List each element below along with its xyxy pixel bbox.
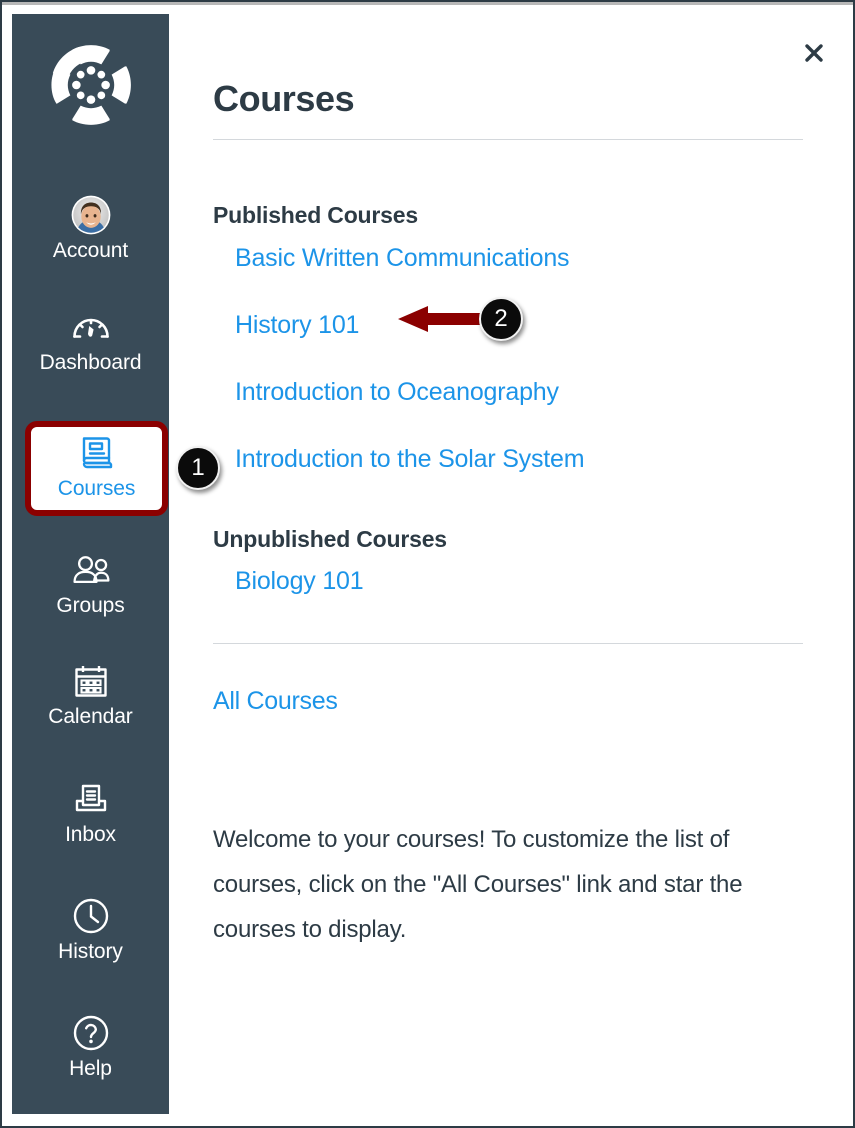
sidebar-item-label: History	[58, 940, 123, 963]
global-navigation-sidebar: Account Dashboard Courses Groups Calenda…	[12, 14, 169, 1114]
book-icon	[76, 433, 118, 473]
sidebar-item-label: Courses	[57, 477, 136, 500]
welcome-message: Welcome to your courses! To customize th…	[213, 826, 743, 943]
page-title: Courses	[213, 78, 355, 120]
footer-divider	[213, 643, 803, 644]
courses-tray-panel: Courses Published Courses Basic Written …	[169, 6, 850, 1122]
sidebar-item-account[interactable]: Account	[26, 189, 155, 271]
group-heading-unpublished: Unpublished Courses	[213, 526, 447, 553]
sidebar-item-label: Help	[69, 1057, 112, 1080]
canvas-logo-icon	[50, 45, 131, 125]
canvas-logo[interactable]	[12, 42, 169, 128]
calendar-icon	[70, 661, 112, 701]
sidebar-item-label: Inbox	[65, 823, 116, 846]
header-divider	[213, 139, 803, 140]
sidebar-item-groups[interactable]: Groups	[26, 544, 155, 626]
inbox-tray-icon	[70, 779, 112, 819]
sidebar-item-label: Groups	[56, 594, 125, 617]
sidebar-item-label: Dashboard	[39, 351, 142, 374]
sidebar-item-calendar[interactable]: Calendar	[26, 655, 155, 737]
close-button[interactable]	[799, 38, 829, 68]
sidebar-item-inbox[interactable]: Inbox	[26, 773, 155, 855]
sidebar-item-history[interactable]: History	[26, 890, 155, 972]
avatar-icon	[71, 195, 110, 235]
annotation-arrow-2	[398, 306, 488, 332]
annotation-badge-2: 2	[479, 297, 523, 341]
sidebar-item-label: Calendar	[48, 705, 133, 728]
clock-icon	[70, 896, 112, 936]
course-link-introduction-to-the-solar-system[interactable]: Introduction to the Solar System	[235, 445, 585, 474]
close-icon	[805, 44, 823, 62]
course-link-basic-written-communications[interactable]: Basic Written Communications	[235, 244, 570, 273]
avatar	[70, 195, 112, 235]
gauge-icon	[70, 307, 112, 347]
sidebar-item-label: Account	[52, 239, 129, 262]
canvas-courses-tray-screenshot: Account Dashboard Courses Groups Calenda…	[0, 0, 855, 1128]
annotation-badge-1: 1	[176, 446, 220, 490]
sidebar-item-dashboard[interactable]: Dashboard	[26, 301, 155, 383]
people-icon	[70, 550, 112, 590]
question-mark-icon	[70, 1013, 112, 1053]
group-heading-published: Published Courses	[213, 202, 418, 229]
course-link-biology-101[interactable]: Biology 101	[235, 567, 364, 596]
sidebar-item-help[interactable]: Help	[26, 1007, 155, 1089]
course-link-history-101[interactable]: History 101	[235, 311, 359, 340]
sidebar-item-courses[interactable]: Courses	[25, 421, 168, 516]
course-link-introduction-to-oceanography[interactable]: Introduction to Oceanography	[235, 378, 559, 407]
all-courses-link[interactable]: All Courses	[213, 687, 338, 716]
